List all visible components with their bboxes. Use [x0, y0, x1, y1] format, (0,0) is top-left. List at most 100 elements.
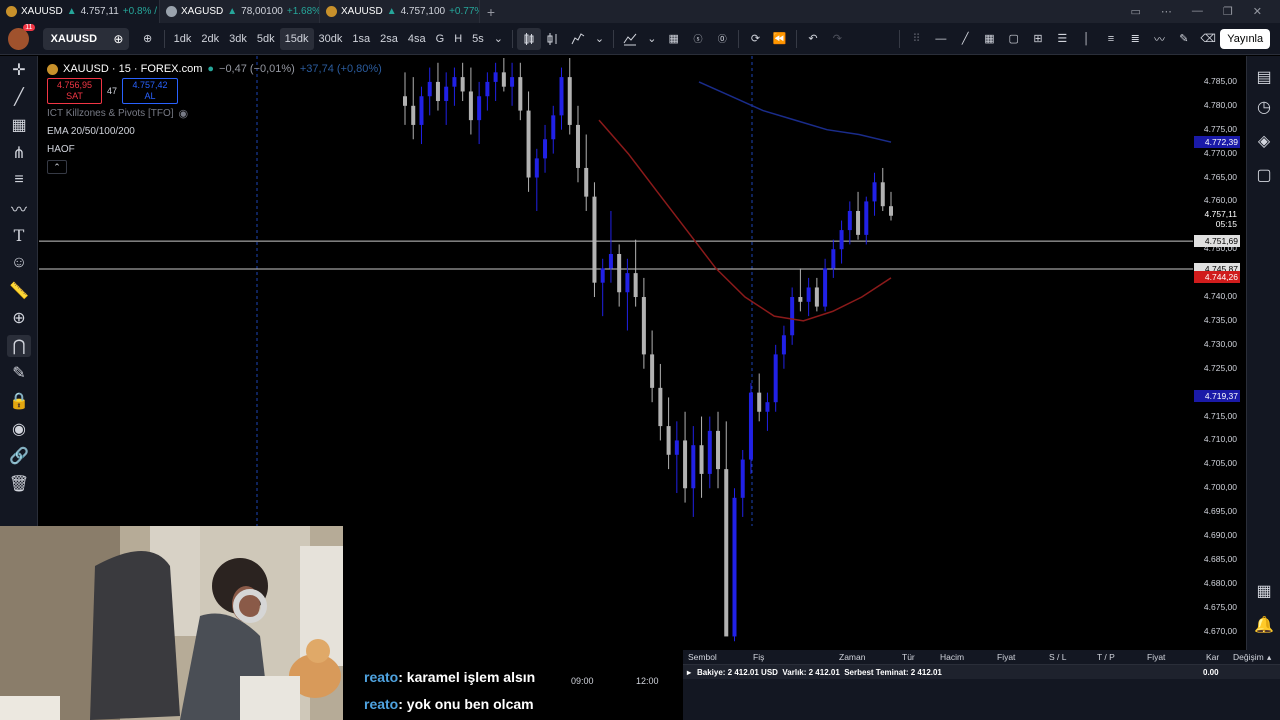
- indicator-row-1[interactable]: ICT Killzones & Pivots [TFO] ◉: [47, 104, 382, 122]
- minimize-icon[interactable]: —: [1192, 5, 1203, 18]
- alert-icon[interactable]: ⟳: [743, 28, 767, 50]
- column-header[interactable]: Fiyat: [1147, 652, 1165, 662]
- new-tab-button[interactable]: +: [480, 4, 502, 20]
- interval-30dk[interactable]: 30dk: [314, 28, 348, 50]
- tab-xagusd[interactable]: XAGUSD ▲ 78,00100 +1.68% ✕: [160, 0, 320, 23]
- bars-chart-type-icon[interactable]: [541, 28, 565, 50]
- eraser-icon[interactable]: ⌫: [1196, 28, 1220, 50]
- grid-tool[interactable]: ▦: [0, 111, 38, 139]
- column-header[interactable]: Fiyat: [997, 652, 1015, 662]
- avatar[interactable]: 11: [8, 23, 35, 50]
- trendline-tool[interactable]: ╱: [0, 84, 38, 112]
- link-tool[interactable]: 🔗: [0, 442, 38, 470]
- column-header[interactable]: Değişim: [1233, 652, 1264, 662]
- publish-button[interactable]: Yayınla: [1220, 28, 1271, 49]
- clock-icon[interactable]: ◷: [1253, 96, 1275, 118]
- sell-button[interactable]: 4.756,95 SAT: [47, 78, 102, 104]
- indicator-row-2[interactable]: EMA 20/50/100/200: [47, 122, 382, 140]
- templates-icon[interactable]: ▦: [662, 28, 686, 50]
- bell-icon[interactable]: 🔔: [1253, 614, 1275, 636]
- layout-icon[interactable]: ▭: [1131, 5, 1141, 18]
- column-header[interactable]: Kar: [1206, 652, 1219, 662]
- replay-icon[interactable]: ⏪: [768, 28, 792, 50]
- tab-xauusd-1[interactable]: XAUUSD ▲ 4.757,11 +0.8% / ✕: [0, 0, 160, 23]
- column-header[interactable]: T / P: [1097, 652, 1115, 662]
- maximize-icon[interactable]: ❐: [1223, 5, 1233, 18]
- buy-button[interactable]: 4.757,42 AL: [122, 78, 179, 104]
- tab-xauusd-2[interactable]: XAUUSD ▲ 4.757,100 +0.77% ✕: [320, 0, 480, 23]
- text-tool[interactable]: T: [0, 222, 38, 250]
- crosshair-tool[interactable]: ✛: [0, 56, 38, 84]
- vertical-line-icon[interactable]: │: [1074, 28, 1098, 50]
- path-icon[interactable]: 〰: [1147, 28, 1171, 50]
- interval-H[interactable]: H: [449, 28, 467, 50]
- pattern-tool[interactable]: ⋔: [0, 139, 38, 167]
- symbol-search[interactable]: XAUUSD ⊕: [42, 27, 130, 50]
- more-icon[interactable]: ⋯: [1161, 5, 1172, 18]
- parallel-channel-icon[interactable]: ≣: [1123, 28, 1147, 50]
- candle-body: [757, 392, 762, 412]
- sort-up-icon[interactable]: ▴: [1267, 652, 1271, 663]
- watchlist-icon[interactable]: ▤: [1253, 66, 1275, 88]
- grid-icon[interactable]: ▦: [977, 28, 1001, 50]
- column-header[interactable]: Hacim: [940, 652, 964, 662]
- indicators-icon[interactable]: [618, 28, 642, 50]
- indicator-row-3[interactable]: HAOF: [47, 140, 382, 158]
- add-symbol-icon[interactable]: ⊕: [135, 28, 159, 50]
- column-header[interactable]: Sembol: [688, 652, 717, 662]
- interval-3dk[interactable]: 3dk: [224, 28, 252, 50]
- ruler-tool[interactable]: 📏: [0, 277, 38, 305]
- visibility-tool[interactable]: ◉: [0, 415, 38, 443]
- layers-icon[interactable]: ◈: [1253, 130, 1275, 152]
- account-summary-row[interactable]: ▸ Bakiye: 2 412.01 USD Varlık: 2 412.01 …: [683, 665, 1280, 679]
- undo-icon[interactable]: ↶: [801, 28, 825, 50]
- trend-line-icon[interactable]: ╱: [953, 28, 977, 50]
- column-header[interactable]: S / L: [1049, 652, 1066, 662]
- interval-G[interactable]: G: [431, 28, 450, 50]
- fib-retracement-icon[interactable]: ≡: [1099, 28, 1123, 50]
- compare-icon[interactable]: ⊕: [113, 32, 123, 46]
- collapse-legend-button[interactable]: ⌃: [47, 160, 67, 174]
- horizontal-line-icon[interactable]: —: [929, 28, 953, 50]
- eye-icon[interactable]: ◉: [179, 107, 189, 120]
- expand-icon[interactable]: ▸: [687, 668, 691, 677]
- interval-2sa[interactable]: 2sa: [375, 28, 403, 50]
- redo-icon[interactable]: ↷: [825, 28, 849, 50]
- column-header[interactable]: Tür: [902, 652, 915, 662]
- column-header[interactable]: Fiş: [753, 652, 764, 662]
- price-axis[interactable]: 4.785,00 4.780,00 4.775,00 4.770,00 4.765,00…: [1193, 56, 1245, 650]
- interval-2dk[interactable]: 2dk: [196, 28, 224, 50]
- brush-icon[interactable]: ✎: [1172, 28, 1196, 50]
- chat-icon[interactable]: ▢: [1253, 164, 1275, 186]
- interval-15dk[interactable]: 15dk: [279, 27, 314, 50]
- close-window-icon[interactable]: ✕: [1253, 5, 1262, 18]
- gann-box-icon[interactable]: ⊞: [1026, 28, 1050, 50]
- window-controls: ▭ ⋯ — ❐ ✕: [1131, 5, 1280, 18]
- line-chart-type-icon[interactable]: [566, 28, 590, 50]
- interval-1sa[interactable]: 1sa: [347, 28, 375, 50]
- magnet-tool[interactable]: ⋂: [0, 332, 38, 360]
- interval-5dk[interactable]: 5dk: [252, 28, 280, 50]
- fib-tool[interactable]: ≡: [0, 166, 38, 194]
- candle-body: [501, 72, 506, 87]
- fib-icon[interactable]: ☰: [1050, 28, 1074, 50]
- column-header[interactable]: Zaman: [839, 652, 865, 662]
- candles-chart-type-icon[interactable]: [516, 27, 542, 50]
- interval-5s[interactable]: 5s: [467, 28, 489, 50]
- interval-1dk[interactable]: 1dk: [169, 28, 197, 50]
- lock-drawing-tool[interactable]: ✎: [0, 360, 38, 388]
- zoom-tool[interactable]: ⊕: [0, 304, 38, 332]
- interval-dropdown-icon[interactable]: ⌄: [489, 28, 508, 50]
- drag-handle-icon[interactable]: ⠿: [904, 28, 928, 50]
- calendar-icon[interactable]: ▦: [1253, 580, 1275, 602]
- lock-tool[interactable]: 🔒: [0, 387, 38, 415]
- zero-icon[interactable]: ⓪: [710, 28, 734, 50]
- delete-tool[interactable]: 🗑: [0, 470, 38, 498]
- rectangle-icon[interactable]: ▢: [1002, 28, 1026, 50]
- chart-type-dropdown-icon[interactable]: ⌄: [590, 28, 609, 50]
- brush-tool[interactable]: 〰: [0, 194, 38, 222]
- replay-s-icon[interactable]: ⓢ: [686, 28, 710, 50]
- indicators-dropdown-icon[interactable]: ⌄: [642, 28, 661, 50]
- emoji-tool[interactable]: ☺: [0, 249, 38, 277]
- interval-4sa[interactable]: 4sa: [403, 28, 431, 50]
